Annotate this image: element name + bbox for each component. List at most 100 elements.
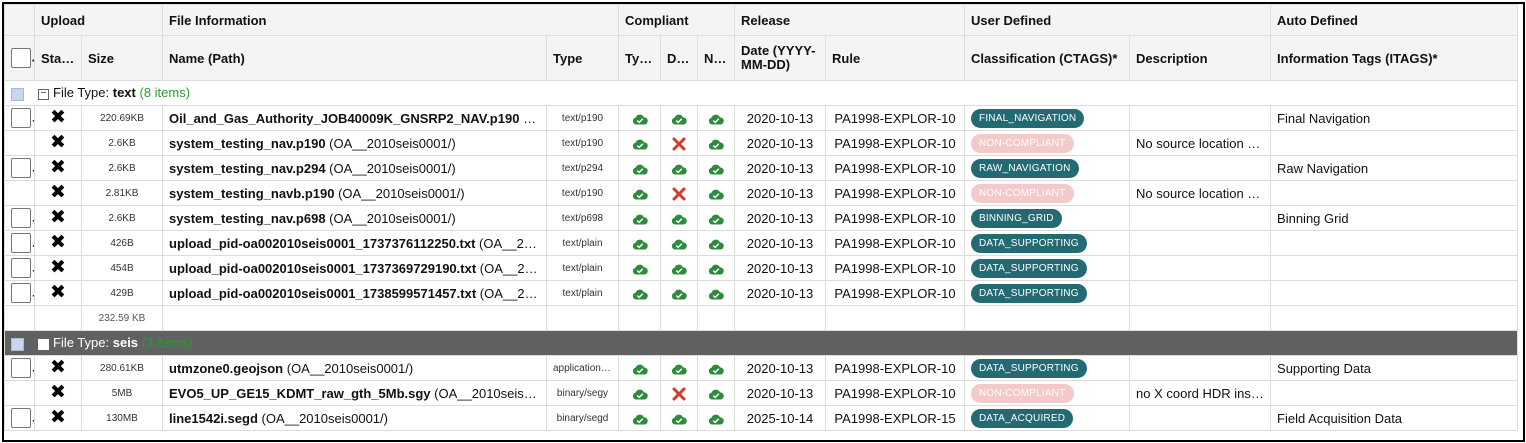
group-row-text[interactable]: − File Type: text (8 items) — [4, 80, 1519, 106]
row-select-cell — [4, 355, 35, 381]
table-row[interactable]: ✖ 429B upload_pid-oa002010seis0001_1738599… — [4, 280, 1519, 306]
classification-cell[interactable]: DATA_SUPPORTING — [964, 355, 1131, 381]
description-cell[interactable] — [1129, 255, 1272, 281]
description-cell[interactable] — [1129, 355, 1272, 381]
table-row[interactable]: ✖ 2.6KB system_testing_nav.p294 (OA__2010s… — [4, 155, 1519, 181]
col-release-date[interactable]: Date (YYYY-MM-DD) — [734, 35, 827, 81]
file-name-path[interactable]: upload_pid-oa002010seis0001_173859957145… — [162, 280, 547, 306]
release-date: 2020-10-13 — [734, 205, 827, 231]
collapse-icon[interactable]: − — [38, 88, 49, 100]
classification-cell[interactable]: FINAL_NAVIGATION — [964, 105, 1131, 131]
classification-badge[interactable]: DATA_SUPPORTING — [971, 358, 1087, 378]
classification-badge[interactable]: FINAL_NAVIGATION — [971, 108, 1085, 128]
file-name-path[interactable]: system_testing_navb.p190 (OA__2010seis00… — [162, 180, 547, 206]
classification-cell[interactable]: RAW_NAVIGATION — [964, 155, 1131, 181]
classification-cell[interactable]: DATA_SUPPORTING — [964, 280, 1131, 306]
classification-cell[interactable]: DATA_SUPPORTING — [964, 255, 1131, 281]
description-cell[interactable]: no X coord HDR insi… — [1129, 380, 1272, 406]
file-name-path[interactable]: system_testing_nav.p698 (OA__2010seis000… — [162, 205, 547, 231]
close-x-icon[interactable]: ✖ — [50, 382, 66, 403]
description-cell[interactable] — [1129, 405, 1272, 431]
file-name-path[interactable]: system_testing_nav.p190 (OA__2010seis000… — [162, 130, 547, 156]
classification-badge[interactable]: NON-COMPLIANT — [971, 183, 1074, 203]
group-select-checkbox[interactable] — [11, 87, 24, 101]
row-checkbox[interactable] — [11, 283, 31, 303]
close-x-icon[interactable]: ✖ — [50, 282, 66, 303]
table-row[interactable]: ✖ 220.69KB Oil_and_Gas_Authority_JOB40009K… — [4, 105, 1519, 131]
col-type[interactable]: Type — [546, 35, 619, 81]
classification-badge[interactable]: NON-COMPLIANT — [971, 133, 1074, 153]
description-cell[interactable]: No source location d… — [1129, 130, 1272, 156]
description-cell[interactable] — [1129, 105, 1272, 131]
col-status[interactable]: Status — [34, 35, 82, 81]
table-row[interactable]: ✖ 280.61KB utmzone0.geojson (OA__2010seis0… — [4, 355, 1519, 381]
file-name-path[interactable]: upload_pid-oa002010seis0001_173736972919… — [162, 255, 547, 281]
classification-cell[interactable]: BINNING_GRID — [964, 205, 1131, 231]
cloud-check-icon — [671, 164, 687, 175]
row-checkbox[interactable] — [11, 208, 31, 228]
classification-badge[interactable]: DATA_SUPPORTING — [971, 283, 1087, 303]
table-row[interactable]: ✖ 2.6KB system_testing_nav.p190 (OA__2010s… — [4, 130, 1519, 156]
description-cell[interactable] — [1129, 280, 1272, 306]
file-name: utmzone0.geojson — [169, 360, 284, 376]
col-compliant-type[interactable]: Type — [618, 35, 661, 81]
classification-cell[interactable]: NON-COMPLIANT — [964, 130, 1131, 156]
table-row[interactable]: ✖ 2.81KB system_testing_navb.p190 (OA__201… — [4, 180, 1519, 206]
table-row[interactable]: ✖ 454B upload_pid-oa002010seis0001_1737369… — [4, 255, 1519, 281]
collapse-icon[interactable]: − — [38, 338, 49, 350]
close-x-icon[interactable]: ✖ — [50, 232, 66, 253]
classification-badge[interactable]: DATA_SUPPORTING — [971, 258, 1087, 278]
close-x-icon[interactable]: ✖ — [50, 132, 66, 153]
row-checkbox[interactable] — [11, 233, 31, 253]
group-select-checkbox[interactable] — [11, 337, 24, 351]
classification-cell[interactable]: NON-COMPLIANT — [964, 180, 1131, 206]
close-x-icon[interactable]: ✖ — [50, 207, 66, 228]
classification-badge[interactable]: BINNING_GRID — [971, 208, 1062, 228]
row-checkbox[interactable] — [11, 108, 31, 128]
close-x-icon[interactable]: ✖ — [50, 182, 66, 203]
select-all-checkbox[interactable] — [11, 48, 31, 68]
file-name-path[interactable]: utmzone0.geojson (OA__2010seis0001/) — [162, 355, 547, 381]
table-row[interactable]: ✖ 130MB line1542i.segd (OA__2010seis0001/)… — [4, 405, 1519, 431]
file-name-path[interactable]: Oil_and_Gas_Authority_JOB40009K_GNSRP2_N… — [162, 105, 547, 131]
file-name-path[interactable]: EVO5_UP_GE15_KDMT_raw_gth_5Mb.sgy (OA__2… — [162, 380, 547, 406]
close-x-icon[interactable]: ✖ — [50, 107, 66, 128]
file-name-path[interactable]: system_testing_nav.p294 (OA__2010seis000… — [162, 155, 547, 181]
col-compliant-name[interactable]: Name — [696, 35, 736, 81]
description-cell[interactable] — [1129, 230, 1272, 256]
file-name-path[interactable]: upload_pid-oa002010seis0001_173737611225… — [162, 230, 547, 256]
group-header[interactable]: − File Type: text (8 items) — [4, 80, 1519, 106]
row-checkbox[interactable] — [11, 258, 31, 278]
col-name-path[interactable]: Name (Path) — [162, 35, 547, 81]
close-x-icon[interactable]: ✖ — [50, 257, 66, 278]
group-row-seis[interactable]: − File Type: seis (3 items) — [4, 330, 1519, 356]
col-classification[interactable]: Classification (CTAGS)* — [964, 35, 1131, 81]
col-size[interactable]: Size — [81, 35, 163, 81]
classification-cell[interactable]: DATA_SUPPORTING — [964, 230, 1131, 256]
description-cell[interactable] — [1129, 155, 1272, 181]
row-checkbox[interactable] — [11, 408, 31, 428]
row-select-cell — [4, 280, 35, 306]
row-checkbox[interactable] — [11, 158, 31, 178]
row-checkbox[interactable] — [11, 358, 31, 378]
table-row[interactable]: ✖ 2.6KB system_testing_nav.p698 (OA__2010s… — [4, 205, 1519, 231]
col-information-tags[interactable]: Information Tags (ITAGS)* — [1270, 35, 1519, 81]
classification-badge[interactable]: NON-COMPLIANT — [971, 383, 1074, 403]
classification-badge[interactable]: RAW_NAVIGATION — [971, 158, 1079, 178]
file-name-path[interactable]: line1542i.segd (OA__2010seis0001/) — [162, 405, 547, 431]
table-row[interactable]: ✖ 5MB EVO5_UP_GE15_KDMT_raw_gth_5Mb.sgy (O… — [4, 380, 1519, 406]
classification-badge[interactable]: DATA_SUPPORTING — [971, 233, 1087, 253]
description-cell[interactable] — [1129, 205, 1272, 231]
close-x-icon[interactable]: ✖ — [50, 357, 66, 378]
group-header[interactable]: − File Type: seis (3 items) — [4, 330, 1519, 356]
col-rule[interactable]: Rule — [825, 35, 966, 81]
classification-cell[interactable]: NON-COMPLIANT — [964, 380, 1131, 406]
table-row[interactable]: ✖ 426B upload_pid-oa002010seis0001_1737376… — [4, 230, 1519, 256]
col-description[interactable]: Description — [1129, 35, 1272, 81]
close-x-icon[interactable]: ✖ — [50, 407, 66, 428]
description-cell[interactable]: No source location d… — [1129, 180, 1272, 206]
classification-badge[interactable]: DATA_ACQUIRED — [971, 408, 1074, 428]
col-compliant-data[interactable]: Data — [660, 35, 698, 81]
close-x-icon[interactable]: ✖ — [50, 157, 66, 178]
classification-cell[interactable]: DATA_ACQUIRED — [964, 405, 1131, 431]
